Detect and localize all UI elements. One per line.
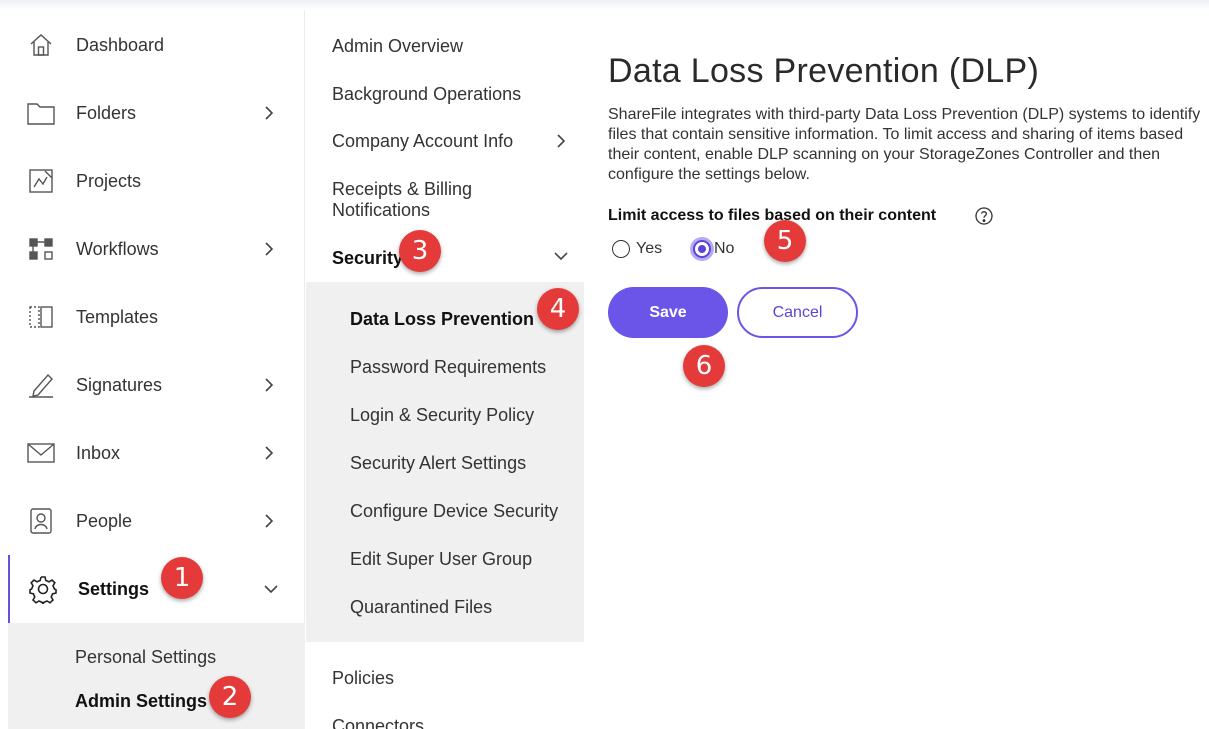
callout-badge: 5 [764, 220, 806, 262]
chevron-right-icon [265, 514, 274, 528]
page-title: Data Loss Prevention (DLP) [608, 52, 1040, 90]
sidebar-item-inbox[interactable]: Inbox [8, 419, 305, 487]
save-button[interactable]: Save [608, 287, 728, 338]
sidebar-item-folders[interactable]: Folders [8, 79, 305, 147]
sidebar-item-settings[interactable]: Settings [8, 555, 305, 623]
mail-icon [26, 438, 56, 468]
sidebar-subitem-admin-settings[interactable]: Admin Settings [75, 691, 207, 712]
top-divider [0, 0, 1209, 10]
chevron-right-icon [265, 242, 274, 256]
admin-menu-item-security[interactable]: Security [332, 248, 403, 269]
callout-badge: 2 [209, 676, 251, 718]
sidebar-item-label: Workflows [76, 238, 159, 259]
admin-menu: Admin Overview Background Operations Com… [306, 10, 584, 729]
admin-menu-item-receipts-billing[interactable]: Receipts & Billing Notifications [332, 179, 542, 221]
radio-no-label: No [714, 240, 735, 257]
settings-submenu: Personal Settings Admin Settings [8, 623, 305, 729]
sidebar-item-dashboard[interactable]: Dashboard [8, 11, 305, 79]
chevron-right-icon [557, 134, 566, 148]
callout-badge: 1 [161, 557, 203, 599]
chevron-right-icon [265, 378, 274, 392]
sidebar-item-workflows[interactable]: Workflows [8, 215, 305, 283]
home-icon [26, 30, 56, 60]
sidebar-item-label: Templates [76, 306, 159, 327]
chevron-right-icon [265, 106, 274, 120]
gear-icon [28, 574, 58, 604]
main-content: Data Loss Prevention (DLP) ShareFile int… [584, 10, 1209, 729]
chevron-right-icon [265, 446, 274, 460]
sidebar-item-label: Projects [76, 170, 142, 191]
sidebar-item-label: People [76, 510, 133, 531]
admin-menu-item-policies[interactable]: Policies [332, 668, 394, 689]
workflows-icon [26, 234, 56, 264]
callout-badge: 4 [537, 288, 579, 330]
sidebar-item-label: Signatures [76, 374, 163, 395]
callout-badge: 3 [399, 230, 441, 272]
radio-yes-circle[interactable] [612, 240, 630, 258]
security-item-quarantined-files[interactable]: Quarantined Files [350, 597, 492, 618]
security-submenu: Data Loss Prevention Password Requiremen… [306, 282, 584, 642]
main-sidebar: Dashboard Folders Projects Workflows Tem… [0, 10, 305, 729]
admin-menu-item-connectors[interactable]: Connectors [332, 716, 424, 729]
security-item-edit-super-user-group[interactable]: Edit Super User Group [350, 549, 532, 570]
projects-icon [26, 166, 56, 196]
sidebar-item-people[interactable]: People [8, 487, 305, 555]
limit-access-label: Limit access to files based on their con… [608, 207, 937, 224]
sidebar-item-label: Settings [78, 578, 150, 599]
security-item-security-alert-settings[interactable]: Security Alert Settings [350, 453, 526, 474]
sidebar-subitem-personal-settings[interactable]: Personal Settings [75, 647, 216, 668]
sidebar-item-projects[interactable]: Projects [8, 147, 305, 215]
security-item-configure-device-security[interactable]: Configure Device Security [350, 501, 558, 522]
sidebar-item-label: Dashboard [76, 34, 165, 55]
admin-menu-item-background-operations[interactable]: Background Operations [332, 84, 521, 105]
chevron-down-icon [264, 585, 278, 594]
sidebar-item-templates[interactable]: Templates [8, 283, 305, 351]
templates-icon [26, 302, 56, 332]
security-item-password-requirements[interactable]: Password Requirements [350, 357, 546, 378]
callout-badge: 6 [683, 345, 725, 387]
radio-no[interactable]: No [693, 238, 734, 260]
sidebar-item-signatures[interactable]: Signatures [8, 351, 305, 419]
signature-icon [26, 370, 56, 400]
admin-menu-item-overview[interactable]: Admin Overview [332, 36, 463, 57]
security-item-data-loss-prevention[interactable]: Data Loss Prevention [350, 309, 534, 330]
help-icon[interactable] [974, 206, 994, 226]
security-item-login-security-policy[interactable]: Login & Security Policy [350, 405, 534, 426]
radio-no-circle[interactable] [693, 240, 711, 258]
page-description: ShareFile integrates with third-party Da… [608, 106, 1201, 183]
chevron-down-icon [554, 252, 568, 261]
sidebar-item-label: Folders [76, 102, 137, 123]
folder-icon [26, 98, 56, 128]
people-icon [26, 506, 56, 536]
cancel-button[interactable]: Cancel [737, 287, 858, 338]
radio-yes-label: Yes [636, 240, 663, 257]
sidebar-item-label: Inbox [76, 442, 121, 463]
admin-menu-item-company-account-info[interactable]: Company Account Info [332, 131, 513, 152]
radio-yes[interactable]: Yes [612, 238, 662, 260]
